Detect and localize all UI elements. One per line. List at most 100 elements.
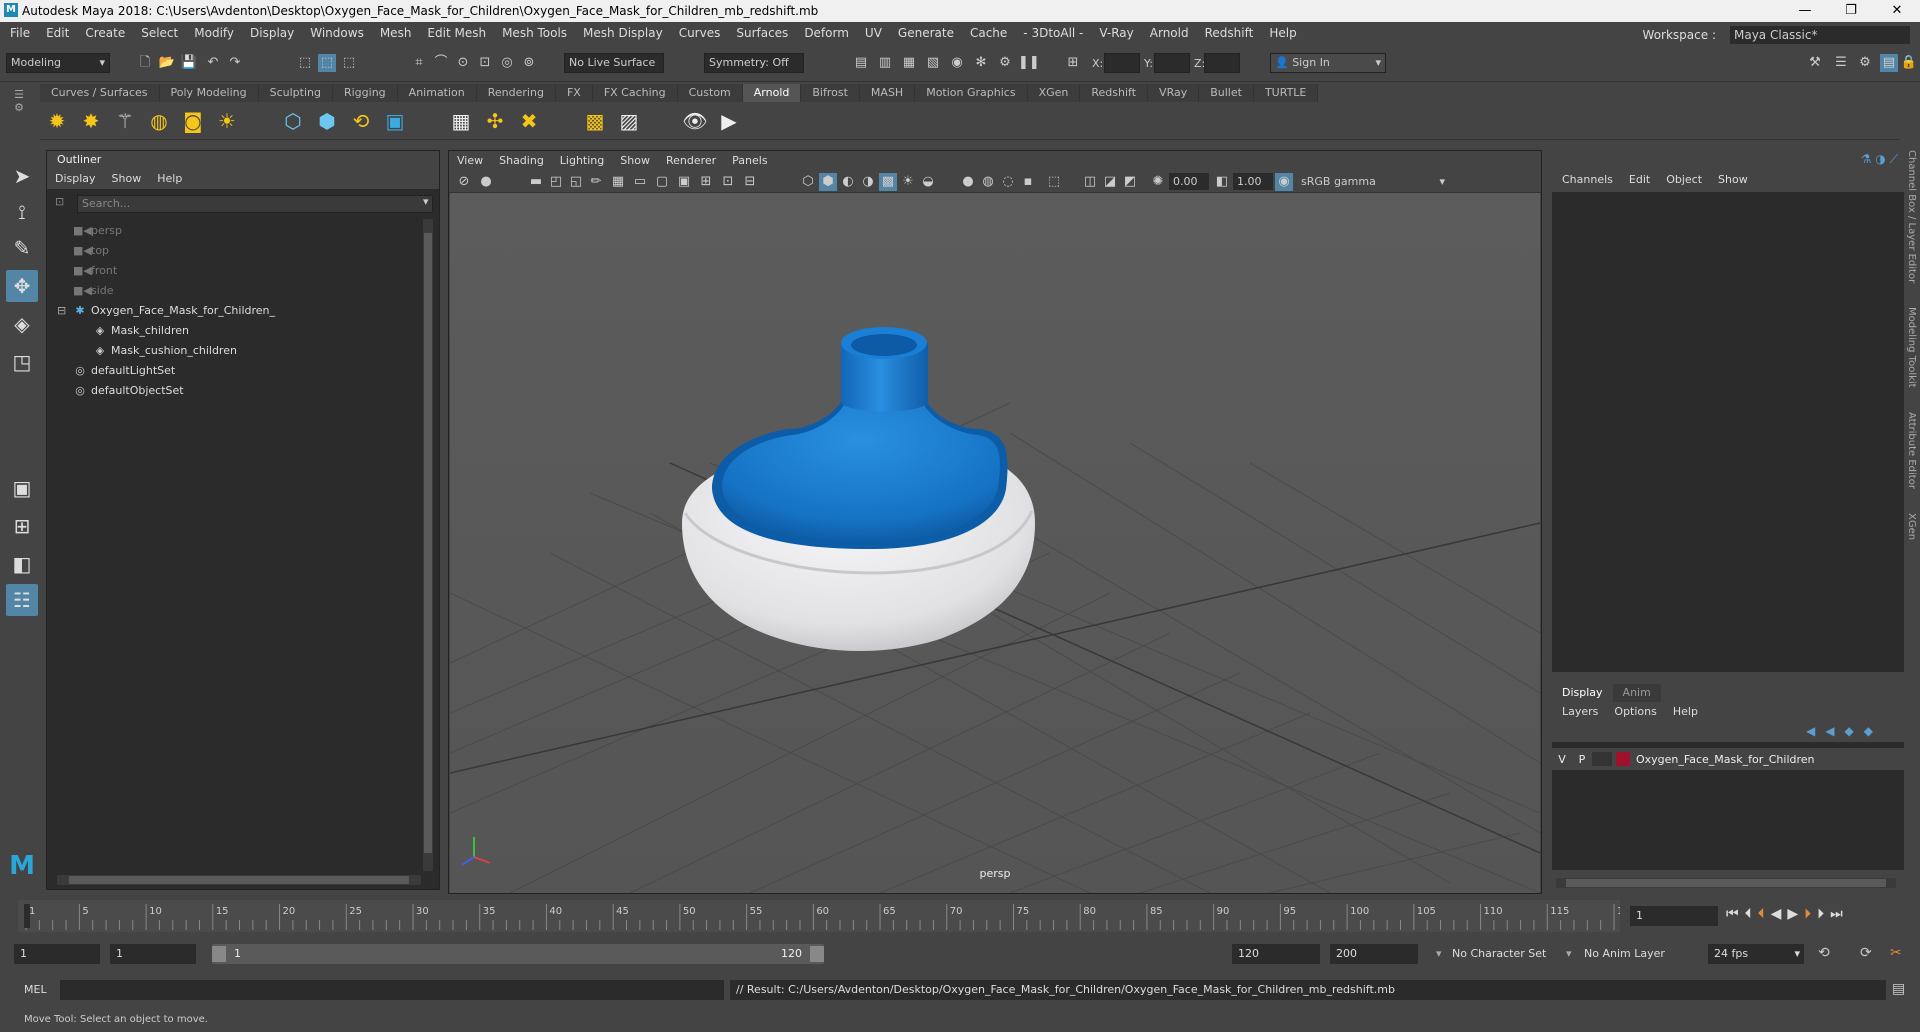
menu-mesh-display[interactable]: Mesh Display [575,22,671,44]
wireframe-on-shaded-icon[interactable]: ◑ [859,173,877,191]
minimize-button[interactable]: — [1782,0,1828,22]
script-editor-icon[interactable]: ▤ [1892,981,1905,997]
lock-icon[interactable]: 🔒 [1900,54,1918,72]
play-backward-icon[interactable]: ◀ [1771,906,1782,922]
hscrollbar-thumb[interactable] [69,876,409,884]
chevron-down-icon[interactable]: ▾ [1436,947,1442,960]
side-tab-xgen[interactable]: XGen [1906,513,1917,540]
safe-action-icon[interactable]: ⊡ [719,173,737,191]
exposure-field[interactable]: 0.00 [1169,173,1209,190]
move-tool-icon[interactable]: ✥ [6,270,38,302]
select-object-icon[interactable]: ⬚ [318,54,336,72]
menu-redshift[interactable]: Redshift [1197,22,1262,44]
outliner-scrollbar[interactable] [423,219,433,871]
outliner-item[interactable]: ⊟ ✱ Oxygen_Face_Mask_for_Children_ [57,301,275,321]
resolution-gate-icon[interactable]: ▢ [653,173,671,191]
go-to-end-icon[interactable]: ⏭ [1830,906,1843,922]
snap-surface-icon[interactable]: ◎ [498,54,516,72]
new-scene-icon[interactable]: 🗋 [136,54,154,72]
move-layer-up-icon[interactable]: ◀ [1806,724,1815,738]
snap-point-icon[interactable]: ⊙ [454,54,472,72]
two-view-icon[interactable]: ◧ [6,548,38,580]
channel-box-toggle-icon[interactable]: ⚗ [1861,152,1872,166]
scene-end-field[interactable]: 200 [1330,944,1418,964]
shadows-icon[interactable]: ◒ [919,173,937,191]
menu-select[interactable]: Select [133,22,186,44]
menu-arnold[interactable]: Arnold [1142,22,1197,44]
layer-menu-options[interactable]: Options [1606,702,1664,722]
live-surface-field[interactable]: No Live Surface [564,53,664,73]
menu-set-select[interactable]: Modeling ▾ [6,53,110,73]
menu-curves[interactable]: Curves [671,22,729,44]
outliner-item[interactable]: ■◀top [73,241,109,261]
rotate-tool-icon[interactable]: ◈ [6,308,38,340]
range-end-handle[interactable] [810,946,824,962]
menu-uv[interactable]: UV [857,22,890,44]
shelf-tab-fx[interactable]: FX [555,84,593,102]
redshift-render-icon[interactable]: ⚙ [996,54,1014,72]
character-set-select[interactable]: No Character Set [1452,944,1552,964]
menu-cache[interactable]: Cache [962,22,1015,44]
menu-surfaces[interactable]: Surfaces [728,22,796,44]
undo-icon[interactable]: ↶ [204,54,222,72]
viewport-menu-view[interactable]: View [449,151,491,171]
outliner-layout-icon[interactable]: ☷ [6,584,38,616]
isolate-select-icon[interactable]: ⬚ [1045,173,1063,191]
render-settings-icon[interactable]: ▧ [924,54,942,72]
move-layer-down-icon[interactable]: ◀ [1825,724,1834,738]
physical-sky-icon[interactable]: ☀ [214,108,240,134]
channel-menu-channels[interactable]: Channels [1554,170,1621,190]
sign-in-button[interactable]: 👤 Sign In ▾ [1270,53,1386,73]
volume-icon[interactable]: ▣ [382,108,408,134]
step-forward-key-icon[interactable]: ⏵ [1817,906,1824,922]
current-time-marker[interactable] [24,904,30,928]
transform-input-icon[interactable]: ⊞ [1064,54,1082,72]
camera-attr-icon[interactable]: ● [477,173,495,191]
outliner-item[interactable]: ■◀persp [73,221,122,241]
xray-joints-icon[interactable]: ◪ [1101,173,1119,191]
channel-menu-edit[interactable]: Edit [1621,170,1658,190]
menu-help[interactable]: Help [1261,22,1304,44]
standin-icon[interactable]: ⬡ [280,108,306,134]
layer-hscrollbar[interactable] [1556,878,1896,888]
render-current-icon[interactable]: ▥ [876,54,894,72]
color-management-icon[interactable]: ◉ [1275,173,1293,191]
playback-end-field[interactable]: 120 [1232,944,1320,964]
render-view-icon[interactable]: ▤ [852,54,870,72]
pause-icon[interactable]: ❚❚ [1018,54,1040,72]
z-field[interactable] [1204,53,1240,73]
playblast-icon[interactable]: 👁 [682,108,708,134]
camera-bookmark-icon[interactable]: ▬ [527,173,545,191]
menu-windows[interactable]: Windows [302,22,372,44]
shelf-tab-fx-caching[interactable]: FX Caching [592,84,678,102]
fps-select[interactable]: 24 fps ▾ [1708,944,1804,964]
menu-v-ray[interactable]: V-Ray [1091,22,1141,44]
snap-curve-icon[interactable]: ⌒ [432,54,450,72]
gate-mask-icon[interactable]: ▣ [675,173,693,191]
layer-type-toggle[interactable] [1592,752,1612,766]
close-button[interactable]: ✕ [1874,0,1920,22]
outliner-item[interactable]: ■◀side [73,281,114,301]
layer-visibility-toggle[interactable]: V [1552,753,1572,766]
flush-cache-icon[interactable]: ✣ [482,108,508,134]
outliner-item[interactable]: ◈ Mask_children [93,321,189,341]
scale-tool-icon[interactable]: ◳ [6,346,38,378]
tool-settings-icon[interactable]: ⚙ [1856,54,1874,72]
field-chart-icon[interactable]: ⊞ [697,173,715,191]
shelf-tab-animation[interactable]: Animation [397,84,477,102]
viewport-menu-lighting[interactable]: Lighting [552,151,612,171]
shelf-tab-xgen[interactable]: XGen [1027,84,1081,102]
range-slider[interactable]: 1 120 [212,944,824,964]
outliner-item[interactable]: ◎ defaultLightSet [73,361,175,381]
ambient-occlusion-icon[interactable]: ● [959,173,977,191]
shelf-tab-vray[interactable]: VRay [1148,84,1200,102]
chevron-down-icon[interactable]: ▾ [1566,947,1572,960]
channel-menu-show[interactable]: Show [1710,170,1756,190]
scrollbar-thumb[interactable] [424,233,432,853]
range-start-handle[interactable] [212,946,226,962]
paint-select-tool-icon[interactable]: ✎ [6,232,38,264]
y-field[interactable] [1154,53,1190,73]
outliner-item[interactable]: ◈ Mask_cushion_children [93,341,237,361]
shelf-tab-sculpting[interactable]: Sculpting [258,84,333,102]
new-layer-selected-icon[interactable]: ◆ [1864,724,1873,738]
